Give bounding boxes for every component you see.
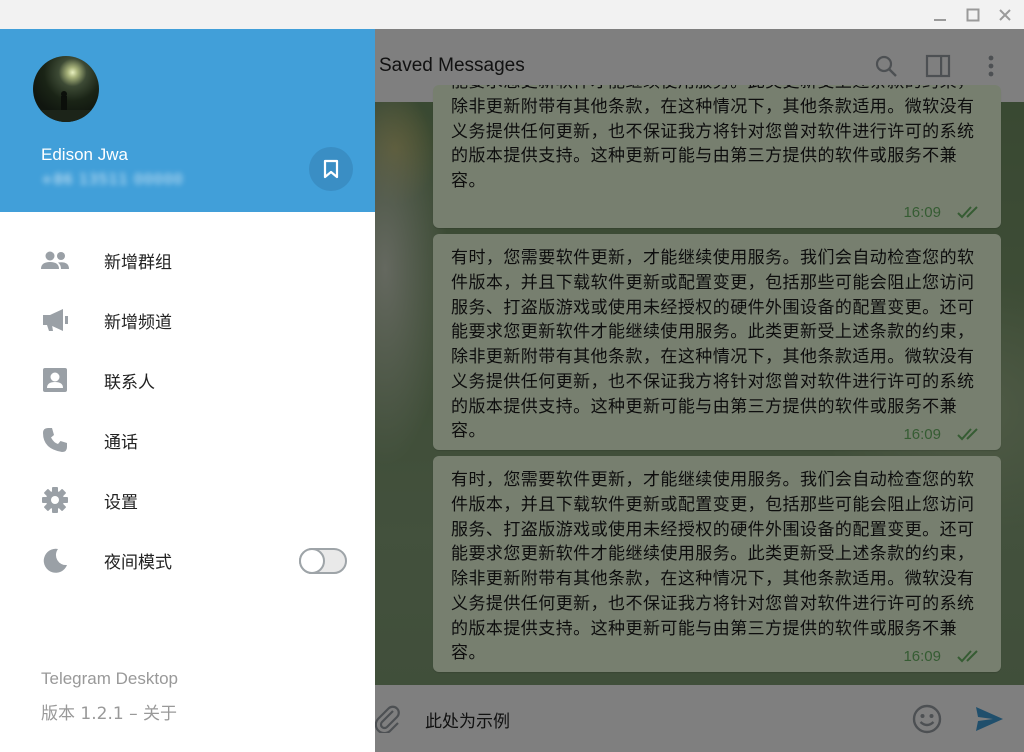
menu-item-calls[interactable]: 通话 (0, 410, 375, 470)
avatar-photo (33, 91, 99, 122)
drawer-backdrop[interactable] (375, 29, 1024, 752)
menu-label: 通话 (104, 433, 138, 453)
saved-messages-button[interactable] (309, 147, 353, 191)
moon-icon (40, 546, 70, 574)
menu-item-new-group[interactable]: 新增群组 (0, 230, 375, 290)
megaphone-icon (40, 306, 70, 334)
toggle-knob (299, 548, 325, 574)
maximize-button[interactable] (956, 0, 990, 29)
phone-icon (40, 426, 70, 454)
contact-icon (40, 366, 70, 394)
minimize-button[interactable] (923, 0, 957, 29)
main-menu-drawer: Edison Jwa +86 13511 00000 新增群组 新增频道 联系人… (0, 29, 375, 752)
user-name: Edison Jwa (41, 145, 128, 164)
menu-label: 设置 (104, 493, 138, 513)
group-icon (40, 246, 70, 274)
bookmark-icon (323, 159, 339, 179)
avatar[interactable] (33, 56, 99, 122)
maximize-icon (966, 8, 980, 21)
menu-label: 新增群组 (104, 253, 172, 273)
close-icon (999, 8, 1011, 21)
drawer-header: Edison Jwa +86 13511 00000 (0, 29, 375, 212)
close-window-button[interactable] (988, 0, 1022, 29)
menu-label: 夜间模式 (104, 553, 172, 573)
minimize-icon (934, 18, 946, 21)
menu-item-night-mode[interactable]: 夜间模式 (0, 530, 375, 590)
gear-icon (40, 486, 70, 514)
app-name: Telegram Desktop (41, 669, 179, 688)
menu-item-new-channel[interactable]: 新增频道 (0, 290, 375, 350)
user-phone: +86 13511 00000 (41, 172, 184, 188)
menu-item-contacts[interactable]: 联系人 (0, 350, 375, 410)
menu-label: 联系人 (104, 373, 155, 393)
night-mode-toggle[interactable] (299, 548, 347, 574)
window-titlebar (0, 0, 1024, 29)
menu-item-settings[interactable]: 设置 (0, 470, 375, 530)
version-about-link[interactable]: 版本 1.2.1 – 关于 (41, 699, 177, 724)
menu-label: 新增频道 (104, 313, 172, 333)
